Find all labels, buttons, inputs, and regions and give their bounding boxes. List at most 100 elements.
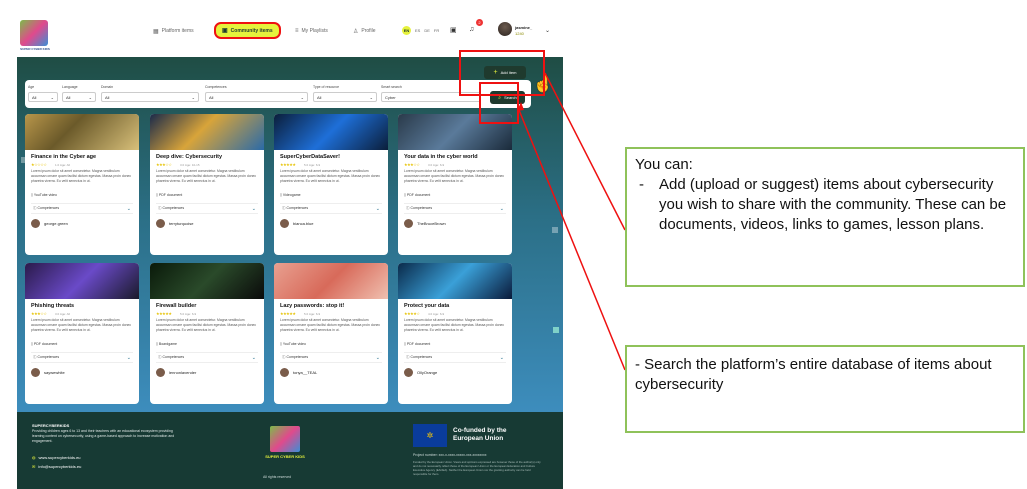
nav-label: Platform items [161, 28, 194, 34]
calendar-icon[interactable]: ▣ [450, 26, 457, 34]
competences-text: Competences [286, 206, 309, 210]
item-card[interactable]: SuperCyberDataSaver! ★★★★★ 5.0 Age: 6-9 Lor… [274, 114, 388, 255]
competences-select[interactable]: All ⌄ [205, 92, 308, 102]
domain-select[interactable]: All ⌄ [101, 92, 199, 102]
competences-dropdown[interactable]: ⓘ Competences ⌄ [31, 203, 133, 214]
competences-dropdown[interactable]: ⓘ Competences ⌄ [156, 352, 258, 363]
language-switcher[interactable]: EN ES DE FR [402, 26, 439, 35]
item-card[interactable]: Phishing threats ★★★☆☆ 3.0 Age: All Lorem i… [25, 263, 139, 404]
chevron-down-icon: ⌄ [251, 354, 256, 361]
eu-flag-icon: ✲ [413, 424, 447, 447]
resource-type-label: PDF document [406, 342, 431, 346]
card-description: Lorem ipsum dolor sit amet consectetur. … [404, 318, 505, 332]
bell-icon[interactable]: ♫ [469, 26, 474, 33]
card-author[interactable]: terryturquoise [156, 219, 193, 228]
competences-text: Competences [410, 355, 433, 359]
card-title: Firewall builder [156, 303, 197, 309]
nav-platform-items[interactable]: ▦ Platform items [147, 24, 200, 38]
card-author[interactable]: OllyOrange [404, 368, 437, 377]
nav-label: Community items [230, 27, 273, 34]
callout-bullet-text: Add (upload or suggest) items about cybe… [659, 176, 1007, 233]
avatar[interactable] [498, 22, 512, 36]
filter-label-competences: Competences [205, 85, 227, 89]
chevron-down-icon: ⌄ [375, 354, 380, 361]
item-card[interactable]: Your data in the cyber world ★★★☆☆ 3.0 Age… [398, 114, 512, 255]
competences-label: ⓘ Competences [33, 355, 59, 360]
item-card[interactable]: Finance in the Cyber age ★☆☆☆☆ 1.0 Age: Al… [25, 114, 139, 255]
card-image [150, 263, 264, 299]
avatar [156, 368, 165, 377]
card-author[interactable]: saywewhite [31, 368, 65, 377]
item-card[interactable]: Lazy passwords: stop it! ★★★★★ 5.0 Age: 6-… [274, 263, 388, 404]
resource-type: ▯ YouTube video [31, 193, 57, 197]
resource-type-label: Videogame [282, 193, 301, 197]
card-image [150, 114, 264, 150]
nav-community-items[interactable]: ▣ Community items [214, 22, 281, 39]
lang-option[interactable]: DE [424, 28, 430, 33]
card-title: Lazy passwords: stop it! [280, 303, 345, 309]
competences-text: Competences [162, 355, 185, 359]
filter-bar: Age All ⌄ Language All ⌄ Domain All ⌄ Compe… [25, 80, 531, 108]
chevron-down-icon[interactable]: ⌄ [545, 27, 550, 34]
card-image [25, 114, 139, 150]
chevron-down-icon: ⌄ [126, 205, 131, 212]
footer-brand: SUPERCYBERKIDS [32, 423, 70, 428]
resource-type-label: YouTube video [33, 193, 57, 197]
super-cyber-kids-logo[interactable] [20, 20, 48, 46]
card-description: Lorem ipsum dolor sit amet consectetur. … [156, 169, 257, 183]
rating-stars: ★★★★★ [156, 311, 172, 316]
competences-dropdown[interactable]: ⓘ Competences ⌄ [31, 352, 133, 363]
lang-option[interactable]: ES [415, 28, 420, 33]
competences-label: ⓘ Competences [406, 206, 432, 211]
competences-text: Competences [162, 206, 185, 210]
card-image [274, 263, 388, 299]
item-card[interactable]: Protect your data ★★★★☆ 4.0 Age: 6-9 Lorem … [398, 263, 512, 404]
card-meta: 3.0 Age: All [55, 312, 71, 316]
competences-dropdown[interactable]: ⓘ Competences ⌄ [280, 352, 382, 363]
card-title: Deep dive: Cybersecurity [156, 154, 223, 160]
competences-dropdown[interactable]: ⓘ Competences ⌄ [280, 203, 382, 214]
item-card[interactable]: Firewall builder ★★★★★ 5.0 Age: 6-9 Lorem i… [150, 263, 264, 404]
avatar [280, 368, 289, 377]
email-link[interactable]: ✉ info@supercyberkids.eu [32, 464, 81, 469]
resource-type: ▯ PDF document [31, 342, 57, 346]
language-select[interactable]: All ⌄ [62, 92, 96, 102]
age-value: All [32, 94, 37, 100]
website-link[interactable]: ◍ www.supercyberkids.eu [32, 455, 81, 460]
card-author[interactable]: TheBruceBrown [404, 219, 446, 228]
competences-dropdown[interactable]: ⓘ Competences ⌄ [404, 203, 506, 214]
card-author[interactable]: lennonlavender [156, 368, 196, 377]
card-meta: 5.0 Age: 6-9 [304, 163, 321, 167]
competences-dropdown[interactable]: ⓘ Competences ⌄ [404, 352, 506, 363]
notification-badge: 2 [476, 19, 483, 26]
competences-label: ⓘ Competences [282, 355, 308, 360]
competences-label: ⓘ Competences [158, 355, 184, 360]
card-author[interactable]: george.green [31, 219, 68, 228]
list-icon: ≡ [295, 28, 299, 34]
age-select[interactable]: All ⌄ [28, 92, 58, 102]
resource-type-label: PDF document [33, 342, 58, 346]
competences-dropdown[interactable]: ⓘ Competences ⌄ [156, 203, 258, 214]
nav-profile[interactable]: ♙ Profile [347, 24, 382, 38]
card-author[interactable]: bianca.blue [280, 219, 313, 228]
resource-type: ▯ PDF document [404, 193, 430, 197]
copyright-text: All rights reserved [263, 475, 292, 479]
card-description: Lorem ipsum dolor sit amet consectetur. … [31, 169, 132, 183]
domain-value: All [105, 94, 110, 100]
card-description: Lorem ipsum dolor sit amet consectetur. … [280, 169, 381, 183]
lang-option[interactable]: EN [402, 26, 411, 35]
lang-option[interactable]: FR [434, 28, 439, 33]
resource-type-label: YouTube video [282, 342, 306, 346]
item-card[interactable]: Deep dive: Cybersecurity ★★★☆☆ 3.0 Age: 10… [150, 114, 264, 255]
nav-my-playlists[interactable]: ≡ My Playlists [289, 24, 334, 38]
card-meta: 5.0 Age: 6-9 [304, 312, 321, 316]
card-title: Phishing threats [31, 303, 75, 309]
author-name: saywewhite [44, 370, 65, 375]
user-name: jasmine_ [515, 25, 533, 30]
card-author[interactable]: tonya__TEAL [280, 368, 317, 377]
language-value: All [66, 94, 71, 100]
filter-label-language: Language [62, 85, 78, 89]
chevron-down-icon: ⌄ [300, 94, 304, 100]
type-select[interactable]: All ⌄ [313, 92, 377, 102]
author-name: lennonlavender [169, 370, 197, 375]
